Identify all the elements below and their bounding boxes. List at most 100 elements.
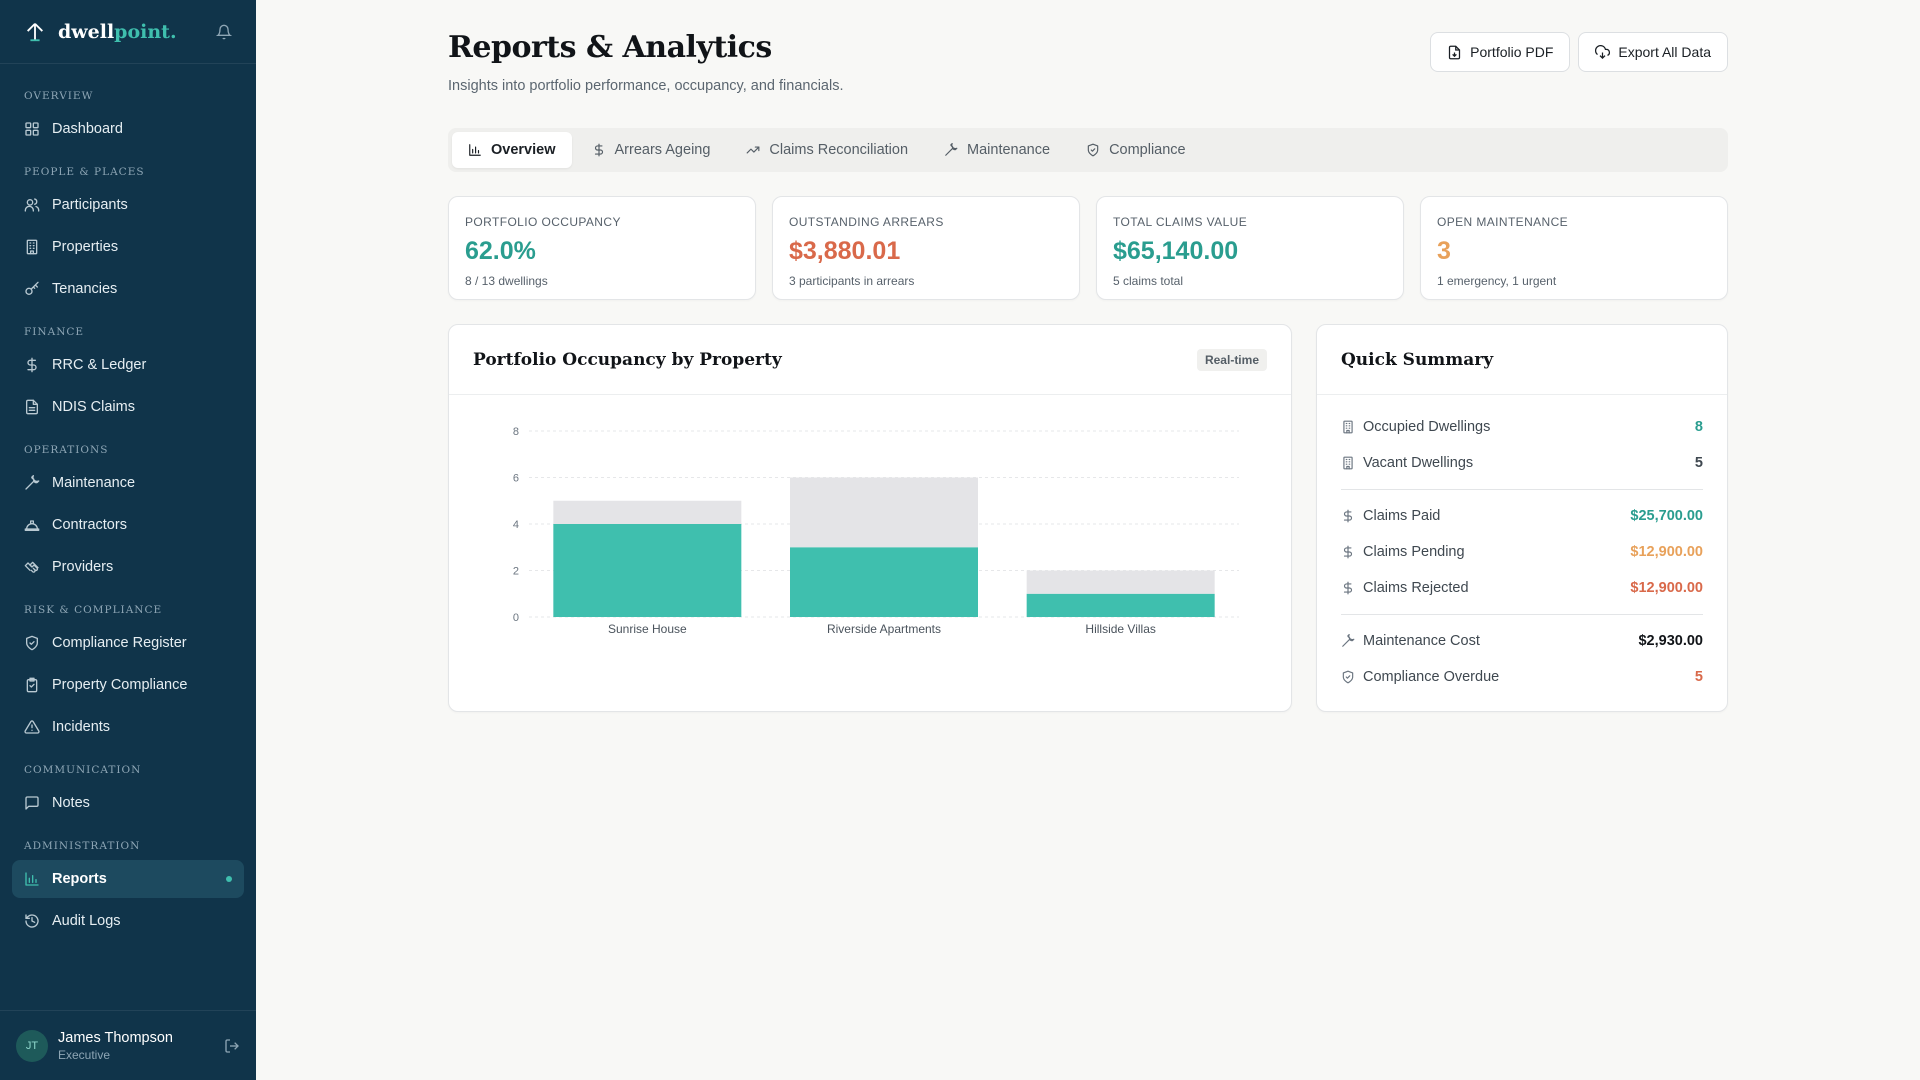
bar-vacant	[790, 477, 978, 548]
file-pdf-icon	[1449, 45, 1461, 59]
sidebar-item-maintenance[interactable]: Maintenance	[12, 464, 244, 502]
nav-section-title: People & Places	[24, 166, 145, 178]
stat-subtext: 3 participants in arrears	[789, 274, 915, 288]
summary-label: Compliance Overdue	[1363, 669, 1500, 685]
trend-icon	[747, 146, 760, 154]
sidebar-item-properties[interactable]: Properties	[12, 228, 244, 266]
sidebar-item-tenancies[interactable]: Tenancies	[12, 270, 244, 308]
bar-vacant	[553, 500, 742, 524]
avatar[interactable]: JT	[16, 1029, 48, 1062]
shield-icon	[1342, 670, 1354, 684]
brand: dwellpoint.	[0, 0, 256, 64]
user-name: James Thompson	[58, 1029, 173, 1046]
wrench-icon	[1342, 634, 1355, 647]
brand-name[interactable]: dwellpoint.	[58, 21, 177, 43]
summary-label: Claims Paid	[1363, 508, 1441, 524]
sidebar-item-reports[interactable]: Reports	[12, 860, 244, 898]
chart-title: Portfolio Occupancy by Property	[473, 349, 782, 370]
nav-section-title: Operations	[24, 444, 109, 456]
tab-label: Overview	[491, 142, 556, 158]
bell-icon[interactable]	[216, 24, 232, 40]
nav-section-title: Administration	[24, 840, 141, 852]
logout-icon[interactable]	[224, 1038, 240, 1054]
page-subtitle: Insights into portfolio performance, occ…	[448, 78, 844, 94]
stat-value: 62.0%	[465, 237, 536, 265]
sidebar-item-providers[interactable]: Providers	[12, 548, 244, 586]
dollar-icon	[27, 357, 37, 373]
summary-row-maintenance-cost: Maintenance Cost $2,930.00	[1341, 623, 1703, 659]
summary-value: $2,930.00	[1638, 633, 1703, 649]
wrench-icon	[945, 143, 958, 156]
sidebar-item-audit-logs[interactable]: Audit Logs	[12, 902, 244, 940]
sidebar-item-label: Properties	[52, 239, 119, 255]
tab-label: Compliance	[1109, 142, 1186, 158]
summary-label: Claims Pending	[1363, 544, 1465, 560]
summary-value: 5	[1694, 455, 1703, 471]
main-content: Reports & Analytics Insights into portfo…	[448, 0, 1728, 712]
sidebar-item-label: Notes	[52, 795, 90, 811]
stat-card-outstanding-arrears: Outstanding Arrears $3,880.01 3 participan…	[772, 196, 1080, 300]
summary-row-claims-pending: Claims Pending $12,900.00	[1341, 534, 1703, 570]
summary-row-compliance-overdue: Compliance Overdue 5	[1341, 659, 1703, 695]
nav-section: Overview Dashboard	[12, 88, 244, 148]
summary-divider	[1341, 614, 1703, 615]
sidebar-item-dashboard[interactable]: Dashboard	[12, 110, 244, 148]
message-icon	[25, 796, 39, 810]
sidebar-item-notes[interactable]: Notes	[12, 784, 244, 822]
sidebar-item-contractors[interactable]: Contractors	[12, 506, 244, 544]
sidebar-item-label: Audit Logs	[52, 913, 121, 929]
export-all-label: Export All Data	[1618, 44, 1711, 60]
nav-section: Communication Notes	[12, 762, 244, 822]
sidebar-item-compliance-register[interactable]: Compliance Register	[12, 624, 244, 662]
sidebar-item-label: Compliance Register	[52, 635, 187, 651]
tab-maintenance[interactable]: Maintenance	[928, 132, 1066, 168]
key-icon	[25, 281, 39, 295]
bar-chart-icon	[25, 872, 39, 886]
bar-occupied	[553, 524, 742, 617]
building-icon	[1343, 456, 1353, 470]
stat-subtext: 8 / 13 dwellings	[465, 274, 548, 288]
sidebar-item-ndis-claims[interactable]: NDIS Claims	[12, 388, 244, 426]
tab-label: Maintenance	[967, 142, 1051, 158]
x-tick-label: Riverside Apartments	[827, 622, 941, 636]
summary-title: Quick Summary	[1341, 349, 1494, 370]
portfolio-pdf-button[interactable]: Portfolio PDF	[1430, 32, 1571, 72]
nav-section: Finance RRC & Ledger NDIS Claims	[12, 324, 244, 426]
summary-value: $25,700.00	[1630, 508, 1703, 524]
sidebar-item-property-compliance[interactable]: Property Compliance	[12, 666, 244, 704]
handshake-icon	[24, 561, 39, 573]
stat-cards: Portfolio Occupancy 62.0% 8 / 13 dwellings…	[448, 196, 1728, 300]
y-tick-label: 0	[513, 612, 519, 624]
stat-value: 3	[1437, 237, 1451, 265]
y-tick-label: 8	[513, 426, 519, 438]
user-role: Executive	[58, 1047, 111, 1062]
sidebar-item-incidents[interactable]: Incidents	[12, 708, 244, 746]
user-profile[interactable]: JT James Thompson Executive	[0, 1010, 256, 1080]
stat-value: $3,880.01	[789, 237, 901, 265]
sidebar-item-label: NDIS Claims	[52, 399, 135, 415]
summary-value: 5	[1694, 669, 1703, 685]
sidebar-item-label: Property Compliance	[52, 677, 188, 693]
summary-label: Occupied Dwellings	[1363, 419, 1491, 435]
tab-arrears-ageing[interactable]: Arrears Ageing	[576, 132, 727, 168]
summary-row-claims-paid: Claims Paid $25,700.00	[1341, 498, 1703, 534]
tab-claims-reconciliation[interactable]: Claims Reconciliation	[730, 132, 924, 168]
clipboard-icon	[26, 677, 38, 693]
stat-label: Total Claims Value	[1113, 215, 1248, 229]
sidebar-item-label: Incidents	[52, 719, 111, 735]
stat-card-open-maintenance: Open Maintenance 3 1 emergency, 1 urgent	[1420, 196, 1728, 300]
hardhat-icon	[24, 520, 40, 531]
tab-overview[interactable]: Overview	[452, 132, 572, 168]
nav-section-title: Finance	[24, 326, 85, 338]
summary-label: Maintenance Cost	[1363, 633, 1480, 649]
summary-list: Occupied Dwellings 8 Vacant Dwellings 5 Clai…	[1317, 395, 1727, 695]
y-tick-label: 6	[513, 473, 519, 485]
sidebar-item-label: Providers	[52, 559, 114, 575]
sidebar-item-participants[interactable]: Participants	[12, 186, 244, 224]
portfolio-pdf-label: Portfolio PDF	[1470, 44, 1554, 60]
tab-compliance[interactable]: Compliance	[1070, 132, 1202, 168]
summary-row-occupied-dwellings: Occupied Dwellings 8	[1341, 409, 1703, 445]
sidebar-item-rrc-ledger[interactable]: RRC & Ledger	[12, 346, 244, 384]
dollar-icon	[594, 143, 603, 157]
export-all-button[interactable]: Export All Data	[1578, 32, 1728, 72]
